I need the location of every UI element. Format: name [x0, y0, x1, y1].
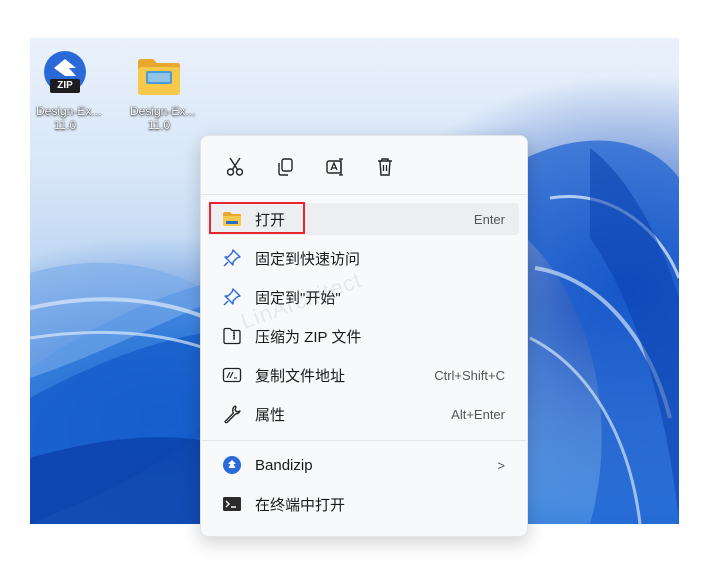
menu-item-copy-path[interactable]: 复制文件地址 Ctrl+Shift+C	[207, 359, 519, 391]
wrench-icon	[219, 404, 245, 424]
menu-item-shortcut: Alt+Enter	[451, 406, 505, 422]
delete-button[interactable]	[369, 152, 401, 182]
menu-item-label: 复制文件地址	[255, 367, 346, 385]
menu-item-label: 属性	[255, 406, 286, 424]
scissors-icon	[226, 157, 244, 176]
menu-item-shortcut: Enter	[473, 211, 505, 227]
desktop-icon-design-ex-zip[interactable]: ZIP Design-Ex... 11.0	[36, 50, 102, 132]
menu-item-label: 固定到快速访问	[255, 250, 361, 268]
cut-button[interactable]	[219, 152, 251, 182]
terminal-icon	[219, 494, 245, 514]
desktop-icon-version: 11.0	[147, 118, 171, 132]
menu-item-label: 在终端中打开	[255, 496, 346, 514]
menu-item-label: Bandizip	[255, 456, 313, 474]
context-menu: 打开 Enter 固定到快速访问 固定到"开始" 压缩为 ZIP 文件 复制文件…	[200, 135, 528, 537]
chevron-right-icon: >	[497, 457, 505, 473]
rename-icon	[326, 158, 343, 176]
pin-icon	[219, 287, 245, 307]
bandizip-zip-icon: ZIP	[40, 50, 90, 100]
highlight-outline	[209, 202, 305, 234]
copy-button[interactable]	[269, 152, 301, 182]
menu-item-open-terminal[interactable]: 在终端中打开	[207, 488, 519, 520]
menu-item-shortcut: Ctrl+Shift+C	[434, 367, 505, 383]
menu-item-label: 压缩为 ZIP 文件	[255, 328, 362, 346]
pin-icon	[219, 248, 245, 268]
copy-icon	[278, 158, 293, 176]
desktop-icon-design-ex-folder[interactable]: Design-Ex... 11.0	[130, 50, 196, 132]
folder-icon	[134, 50, 184, 100]
menu-separator	[201, 194, 527, 195]
bandizip-icon	[219, 455, 245, 475]
path-icon	[219, 365, 245, 385]
zip-badge-text: ZIP	[57, 80, 73, 91]
menu-item-pin-quick-access[interactable]: 固定到快速访问	[207, 242, 519, 274]
zip-folder-icon	[219, 326, 245, 346]
menu-item-bandizip[interactable]: Bandizip >	[207, 449, 519, 481]
trash-icon	[378, 158, 392, 176]
desktop-icon-version: 11.0	[53, 118, 77, 132]
menu-item-properties[interactable]: 属性 Alt+Enter	[207, 398, 519, 430]
menu-separator	[201, 440, 527, 441]
quick-actions-bar	[219, 152, 401, 182]
rename-button[interactable]	[319, 152, 351, 182]
desktop-icon-name: Design-Ex...	[36, 104, 102, 118]
desktop-icon-name: Design-Ex...	[130, 104, 196, 118]
